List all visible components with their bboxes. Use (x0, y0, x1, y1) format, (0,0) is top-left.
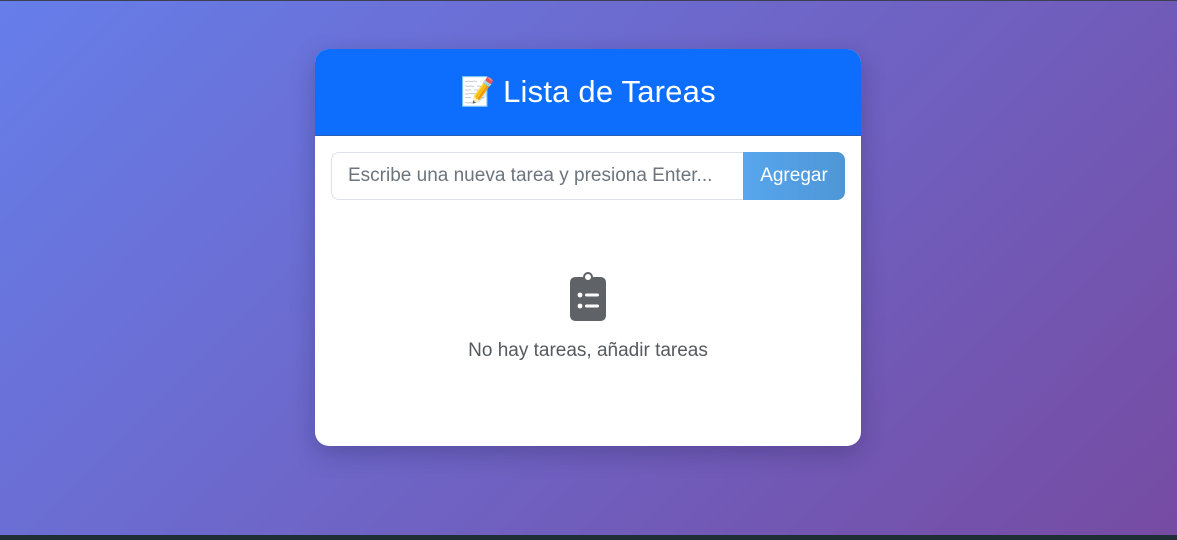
memo-icon: 📝 (460, 76, 496, 107)
task-form: Agregar (331, 152, 845, 200)
clipboard-list-icon (569, 271, 607, 321)
empty-state: No hay tareas, añadir tareas (315, 271, 861, 362)
card-header: 📝 Lista de Tareas (315, 49, 861, 136)
window-top-border (0, 0, 1177, 1)
empty-message: No hay tareas, añadir tareas (468, 340, 708, 361)
task-input[interactable] (331, 152, 743, 200)
taskbar-strip (0, 535, 1177, 540)
todo-card: 📝 Lista de Tareas Agregar No hay tareas,… (315, 49, 861, 446)
page-title: Lista de Tareas (503, 74, 716, 109)
add-task-button[interactable]: Agregar (743, 152, 845, 200)
